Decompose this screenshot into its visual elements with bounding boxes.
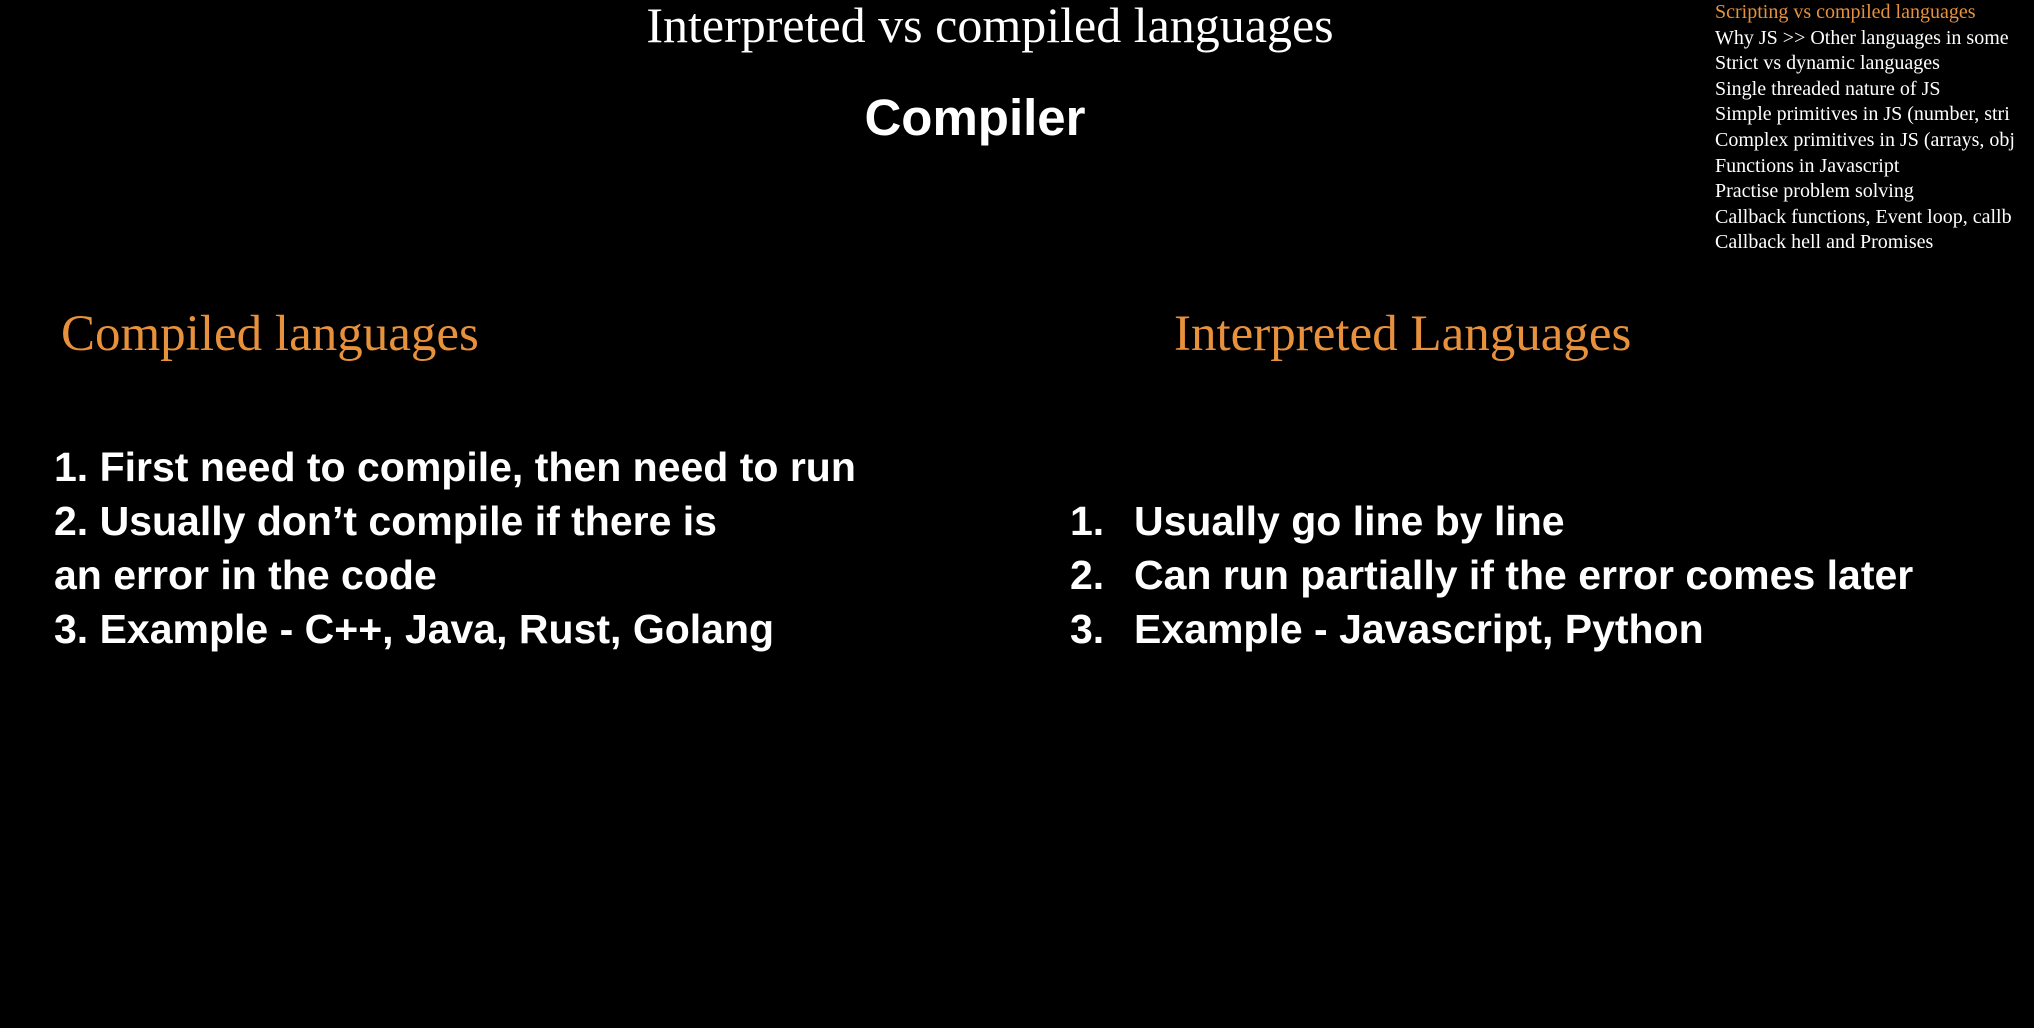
list-item: 1. First need to compile, then need to r… xyxy=(54,444,856,490)
list-item-text: Example - Javascript, Python xyxy=(1134,606,1704,652)
list-item: 3. Example - C++, Java, Rust, Golang xyxy=(54,606,775,652)
toc-item-strict-vs-dynamic[interactable]: Strict vs dynamic languages xyxy=(1715,51,2034,77)
list-item: 2. Usually don’t compile if there is xyxy=(54,498,717,544)
toc-item-functions[interactable]: Functions in Javascript xyxy=(1715,154,2034,180)
list-item-text: Usually go line by line xyxy=(1134,498,1565,544)
list-item: 2. Can run partially if the error comes … xyxy=(1070,548,1913,602)
list-item: 1. Usually go line by line xyxy=(1070,494,1913,548)
compiled-languages-list: 1. First need to compile, then need to r… xyxy=(54,440,856,656)
list-item-number: 2. xyxy=(1070,552,1105,598)
toc-item-why-js[interactable]: Why JS >> Other languages in some xyxy=(1715,26,2034,52)
interpreted-languages-list: 1. Usually go line by line 2. Can run pa… xyxy=(1070,494,1913,656)
toc-item-callback-functions[interactable]: Callback functions, Event loop, callb xyxy=(1715,205,2034,231)
slide-subtitle: Compiler xyxy=(864,89,1086,146)
toc-item-scripting-vs-compiled[interactable]: Scripting vs compiled languages xyxy=(1715,0,2034,26)
table-of-contents: Scripting vs compiled languages Why JS >… xyxy=(1715,0,2034,256)
toc-item-simple-primitives[interactable]: Simple primitives in JS (number, stri xyxy=(1715,102,2034,128)
list-item: an error in the code xyxy=(54,552,437,598)
toc-item-callback-hell[interactable]: Callback hell and Promises xyxy=(1715,230,2034,256)
list-item-number: 1. xyxy=(1070,498,1105,544)
list-item: 3. Example - Javascript, Python xyxy=(1070,602,1913,656)
toc-item-complex-primitives[interactable]: Complex primitives in JS (arrays, obj xyxy=(1715,128,2034,154)
toc-item-practise-problems[interactable]: Practise problem solving xyxy=(1715,179,2034,205)
toc-item-single-threaded[interactable]: Single threaded nature of JS xyxy=(1715,77,2034,103)
slide-title: Interpreted vs compiled languages xyxy=(646,0,1334,53)
interpreted-languages-heading: Interpreted Languages xyxy=(1174,306,1632,362)
compiled-languages-heading: Compiled languages xyxy=(61,306,479,362)
list-item-number: 3. xyxy=(1070,606,1105,652)
list-item-text: Can run partially if the error comes lat… xyxy=(1134,552,1914,598)
